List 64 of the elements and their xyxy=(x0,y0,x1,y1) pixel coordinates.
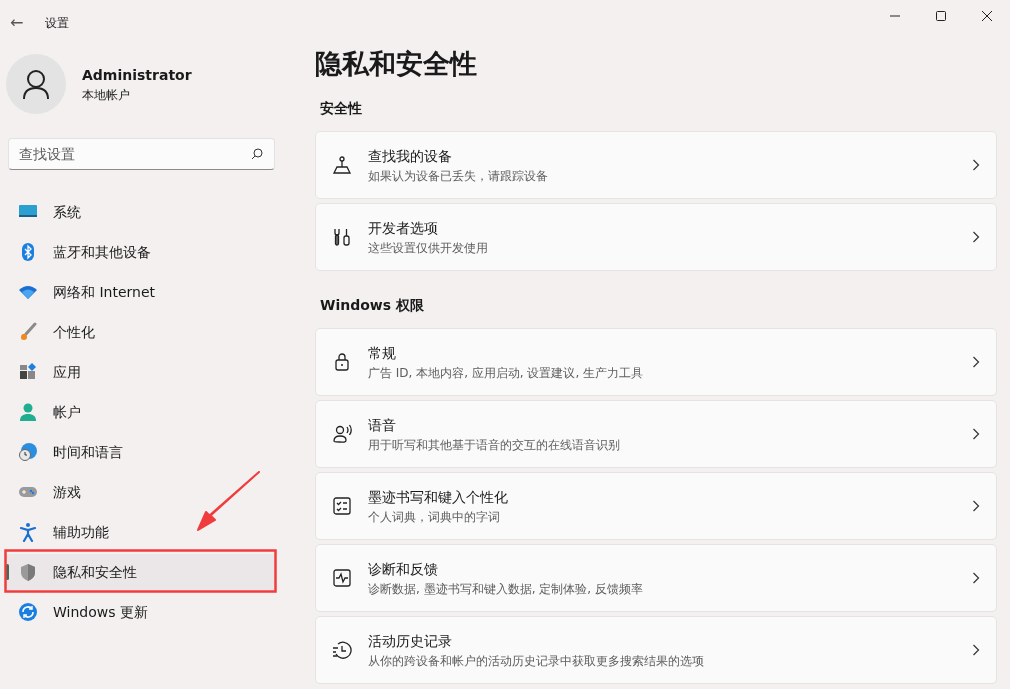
speech-icon xyxy=(332,424,352,444)
settings-card[interactable]: 诊断和反馈 诊断数据, 墨迹书写和键入数据, 定制体验, 反馈频率 xyxy=(315,544,997,612)
section-heading: Windows 权限 xyxy=(320,296,425,315)
chevron-right-icon xyxy=(972,356,980,368)
card-title: 常规 xyxy=(368,343,397,363)
paintbrush-icon xyxy=(18,322,38,342)
search-icon xyxy=(251,148,263,160)
lock-icon xyxy=(332,352,352,372)
section-heading: 安全性 xyxy=(320,99,363,118)
card-title: 活动历史记录 xyxy=(368,631,453,651)
tools-icon xyxy=(332,227,352,247)
close-icon xyxy=(982,11,992,21)
settings-card[interactable]: 墨迹书写和键入个性化 个人词典，词典中的字词 xyxy=(315,472,997,540)
card-description: 个人词典，词典中的字词 xyxy=(368,508,501,526)
person-icon xyxy=(18,402,38,422)
sidebar-item[interactable]: 时间和语言 xyxy=(6,434,276,470)
chevron-right-icon xyxy=(972,500,980,512)
chevron-right-icon xyxy=(972,572,980,584)
sidebar-item[interactable]: 系统 xyxy=(6,194,276,230)
maximize-icon xyxy=(936,11,946,21)
sidebar-item[interactable]: 隐私和安全性 xyxy=(6,554,276,590)
chevron-right-icon xyxy=(972,159,980,171)
back-button[interactable]: ← xyxy=(4,15,30,31)
sync-icon xyxy=(18,602,38,622)
sidebar-item[interactable]: 网络和 Internet xyxy=(6,274,276,310)
window-title: 设置 xyxy=(45,15,70,32)
chevron-right-icon xyxy=(972,428,980,440)
pulse-icon xyxy=(332,568,352,588)
sidebar-item[interactable]: 蓝牙和其他设备 xyxy=(6,234,276,270)
user-name: Administrator xyxy=(82,65,192,85)
card-description: 广告 ID, 本地内容, 应用启动, 设置建议, 生产力工具 xyxy=(368,364,645,382)
card-description: 从你的跨设备和帐户的活动历史记录中获取更多搜索结果的选项 xyxy=(368,652,705,670)
chevron-right-icon xyxy=(972,644,980,656)
page-title: 隐私和安全性 xyxy=(315,47,478,81)
settings-card[interactable]: 查找我的设备 如果认为设备已丢失，请跟踪设备 xyxy=(315,131,997,199)
settings-card[interactable]: 语音 用于听写和其他基于语音的交互的在线语音识别 xyxy=(315,400,997,468)
history-icon xyxy=(332,640,352,660)
sidebar-item[interactable]: 辅助功能 xyxy=(6,514,276,550)
settings-card[interactable]: 开发者选项 这些设置仅供开发使用 xyxy=(315,203,997,271)
apps-icon xyxy=(18,362,38,382)
shield-icon xyxy=(18,562,38,582)
card-title: 开发者选项 xyxy=(368,218,439,238)
clock-globe-icon xyxy=(18,442,38,462)
card-description: 这些设置仅供开发使用 xyxy=(368,239,489,257)
sidebar-item[interactable]: Windows 更新 xyxy=(6,594,276,630)
sidebar-item[interactable]: 帐户 xyxy=(6,394,276,430)
search-field[interactable]: 查找设置 xyxy=(8,138,275,170)
card-title: 诊断和反馈 xyxy=(368,559,439,579)
card-description: 诊断数据, 墨迹书写和键入数据, 定制体验, 反馈频率 xyxy=(368,580,644,598)
account-type: 本地帐户 xyxy=(82,86,131,104)
sidebar-item[interactable]: 个性化 xyxy=(6,314,276,350)
card-description: 用于听写和其他基于语音的交互的在线语音识别 xyxy=(368,436,621,454)
accessibility-icon xyxy=(18,522,38,542)
checklist-icon xyxy=(332,496,352,516)
card-description: 如果认为设备已丢失，请跟踪设备 xyxy=(368,167,549,185)
settings-card[interactable]: 活动历史记录 从你的跨设备和帐户的活动历史记录中获取更多搜索结果的选项 xyxy=(315,616,997,684)
pointer-arrow xyxy=(196,470,262,532)
chevron-right-icon xyxy=(972,231,980,243)
card-title: 语音 xyxy=(368,415,397,435)
card-title: 查找我的设备 xyxy=(368,146,453,166)
card-title: 墨迹书写和键入个性化 xyxy=(368,487,509,507)
settings-card[interactable]: 常规 广告 ID, 本地内容, 应用启动, 设置建议, 生产力工具 xyxy=(315,328,997,396)
locate-icon xyxy=(332,155,352,175)
sidebar-item[interactable]: 应用 xyxy=(6,354,276,390)
